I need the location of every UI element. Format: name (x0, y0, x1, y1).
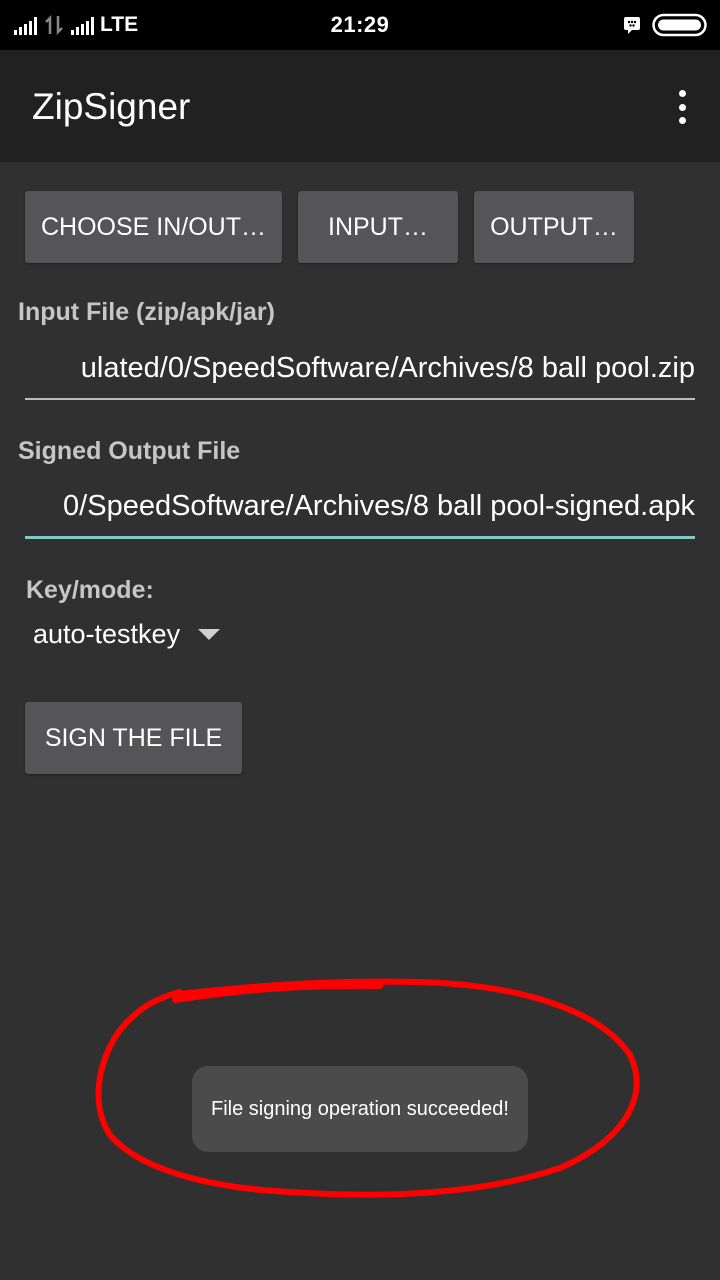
battery-icon (652, 13, 707, 37)
key-mode-label: Key/mode: (26, 576, 154, 604)
input-file-value: ulated/0/SpeedSoftware/Archives/8 ball p… (80, 352, 695, 384)
output-file-label: Signed Output File (18, 437, 241, 465)
dropdown-arrow-icon (198, 628, 221, 640)
more-vert-icon[interactable] (670, 90, 694, 124)
choose-in-out-button[interactable]: CHOOSE IN/OUT… (25, 191, 282, 263)
status-bar: LTE 21:29 (0, 0, 720, 50)
input-button[interactable]: INPUT… (298, 191, 458, 263)
status-icons-right (622, 12, 708, 38)
output-file-field[interactable]: 0/SpeedSoftware/Archives/8 ball pool-sig… (25, 486, 695, 539)
input-file-field[interactable]: ulated/0/SpeedSoftware/Archives/8 ball p… (25, 348, 695, 400)
app-toolbar: ZipSigner (0, 50, 720, 162)
toast-message: File signing operation succeeded! (192, 1066, 528, 1152)
notification-icon (624, 17, 640, 34)
key-mode-value: auto-testkey (33, 618, 181, 649)
app-title: ZipSigner (32, 86, 191, 127)
clock: 21:29 (330, 12, 390, 37)
output-file-value: 0/SpeedSoftware/Archives/8 ball pool-sig… (63, 490, 695, 522)
output-button[interactable]: OUTPUT… (474, 191, 634, 263)
sign-file-button[interactable]: SIGN THE FILE (25, 702, 242, 774)
input-file-label: Input File (zip/apk/jar) (18, 298, 275, 326)
key-mode-spinner[interactable]: auto-testkey (33, 612, 221, 656)
